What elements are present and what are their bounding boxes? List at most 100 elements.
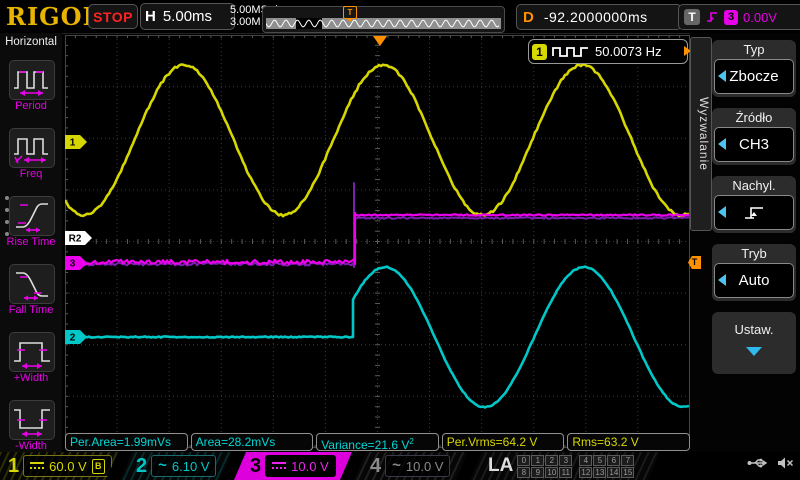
channel-1-number: 1 xyxy=(8,455,19,478)
measurement-item: Rms=63.2 V xyxy=(567,433,690,451)
fall-time-measure-label: Fall Time xyxy=(0,304,62,316)
la-label: LA xyxy=(488,455,513,477)
trigger-mode-button[interactable]: Auto xyxy=(714,263,794,298)
channel-2-number: 2 xyxy=(136,455,147,478)
trigger-level-value: 0.00V xyxy=(743,10,777,25)
pos-width-icon xyxy=(10,333,54,371)
channel-1-scale: 60.0 V xyxy=(49,459,87,474)
delay-value: -92.2000000ms xyxy=(544,9,648,25)
trigger-source-label: Źródło xyxy=(714,109,794,127)
pos-width-measure-button[interactable] xyxy=(9,332,55,372)
preview-waveform xyxy=(266,18,499,29)
la-digit: 4 xyxy=(579,455,592,466)
square-wave-icon xyxy=(552,45,590,59)
menu-scroll-dot xyxy=(5,220,9,224)
trigger-menu-tab[interactable]: Wyzwalanie xyxy=(690,37,712,231)
left-arrow-icon xyxy=(718,138,726,150)
la-digit: 12 xyxy=(579,467,592,478)
freq-measure-button[interactable] xyxy=(9,128,55,168)
period-icon xyxy=(10,61,54,99)
trigger-settings-button[interactable]: Ustaw. xyxy=(712,312,796,374)
la-digit: 9 xyxy=(531,467,544,478)
trigger-mode-group: Tryb Auto xyxy=(712,244,796,301)
trigger-source-button[interactable]: CH3 xyxy=(714,127,794,162)
ac-coupling-icon: ~ xyxy=(392,461,401,471)
rise-time-icon xyxy=(10,197,54,235)
measurement-item: Per.Area=1.99mVs xyxy=(65,433,188,451)
channel-2-scale: 6.10 V xyxy=(172,459,210,474)
neg-width-icon xyxy=(10,401,54,439)
period-measure-button[interactable] xyxy=(9,60,55,100)
trigger-mode-label: Tryb xyxy=(714,245,794,263)
svg-text:2: 2 xyxy=(70,333,76,344)
channel-4-status[interactable]: 4 ~ 10.0 V xyxy=(354,452,468,480)
menu-scroll-dot xyxy=(5,196,9,200)
run-state-indicator[interactable]: STOP xyxy=(88,4,138,29)
measurement-item: Area=28.2mVs xyxy=(191,433,314,451)
channel-3-number: 3 xyxy=(250,455,261,478)
channel-3-status[interactable]: 3 10.0 V xyxy=(234,452,352,480)
measure-menu-title: Horizontal xyxy=(0,36,62,48)
la-digit: 14 xyxy=(607,467,620,478)
period-measure-label: Period xyxy=(0,100,62,112)
system-status-icons xyxy=(747,456,794,470)
channel-3-scale: 10.0 V xyxy=(291,459,329,474)
bandwidth-limit-icon: B xyxy=(92,459,105,474)
menu-scroll-dot xyxy=(5,232,9,236)
chevron-down-icon xyxy=(746,347,762,356)
trigger-slope-button[interactable] xyxy=(714,195,794,230)
channel-zero-marker-2: 2 xyxy=(65,330,87,344)
channel-2-status[interactable]: 2 ~ 6.10 V xyxy=(120,452,232,480)
la-digit: 0 xyxy=(517,455,530,466)
delay-box[interactable]: D -92.2000000ms xyxy=(516,4,682,30)
trigger-status-box[interactable]: T 3 0.00V xyxy=(678,4,800,30)
trigger-slope-icon xyxy=(705,10,719,24)
graticule-grid xyxy=(65,35,690,448)
trigger-type-label: Typ xyxy=(714,41,794,59)
channel-1-status[interactable]: 1 60.0 V B xyxy=(0,452,118,480)
measurement-bar: Per.Area=1.99mVsArea=28.2mVsVariance=21.… xyxy=(65,433,690,451)
la-digit: 13 xyxy=(593,467,606,478)
freq-counter-value: 50.0073 Hz xyxy=(595,44,662,59)
channel-zero-marker-R2: R2 xyxy=(65,231,92,245)
measurement-item: Variance=21.6 V2 xyxy=(316,433,439,451)
la-digit: 2 xyxy=(545,455,558,466)
timebase-value: 5.00ms xyxy=(163,8,212,25)
trigger-slope-label: Nachyl. xyxy=(714,177,794,195)
rise-time-measure-button[interactable] xyxy=(9,196,55,236)
channel-4-number: 4 xyxy=(370,455,381,478)
channel-status-bar: 1 60.0 V B 2 ~ 6.10 V 3 10.0 V 4 ~ 10.0 … xyxy=(0,452,800,480)
la-digit: 6 xyxy=(607,455,620,466)
trigger-type-group: Typ Zbocze xyxy=(712,40,796,97)
waveform-preview-strip[interactable]: T xyxy=(262,6,505,33)
run-state-label: STOP xyxy=(93,9,133,25)
trigger-source-badge: 3 xyxy=(724,10,738,25)
frequency-counter-box: 1 50.0073 Hz xyxy=(528,39,688,64)
la-digit: 3 xyxy=(559,455,572,466)
freq-icon xyxy=(10,129,54,167)
la-digit-grid: 0123456789101112131415 xyxy=(517,455,634,478)
delay-label: D xyxy=(523,9,534,26)
trigger-source-value: CH3 xyxy=(739,136,769,153)
la-digit: 11 xyxy=(559,467,572,478)
channel-zero-marker-3: 3 xyxy=(65,256,87,270)
pos-width-measure-label: +Width xyxy=(0,372,62,384)
trigger-source-group: Źródło CH3 xyxy=(712,108,796,165)
la-digit: 8 xyxy=(517,467,530,478)
channel-zero-marker-1: 1 xyxy=(65,135,87,149)
neg-width-measure-button[interactable] xyxy=(9,400,55,440)
la-digit: 7 xyxy=(621,455,634,466)
freq-measure-label: Freq xyxy=(0,168,62,180)
menu-scroll-dot xyxy=(5,208,9,212)
horizontal-timebase-box[interactable]: H 5.00ms xyxy=(140,3,235,30)
trigger-slope-group: Nachyl. xyxy=(712,176,796,233)
trigger-position-marker xyxy=(373,36,387,46)
h-label: H xyxy=(145,8,156,25)
fall-time-icon xyxy=(10,265,54,303)
preview-trigger-marker[interactable]: T xyxy=(343,6,357,19)
trigger-type-button[interactable]: Zbocze xyxy=(714,59,794,94)
logic-analyzer-status[interactable]: LA 0123456789101112131415 xyxy=(470,452,660,480)
svg-text:1: 1 xyxy=(70,138,76,149)
left-arrow-icon xyxy=(718,274,726,286)
fall-time-measure-button[interactable] xyxy=(9,264,55,304)
